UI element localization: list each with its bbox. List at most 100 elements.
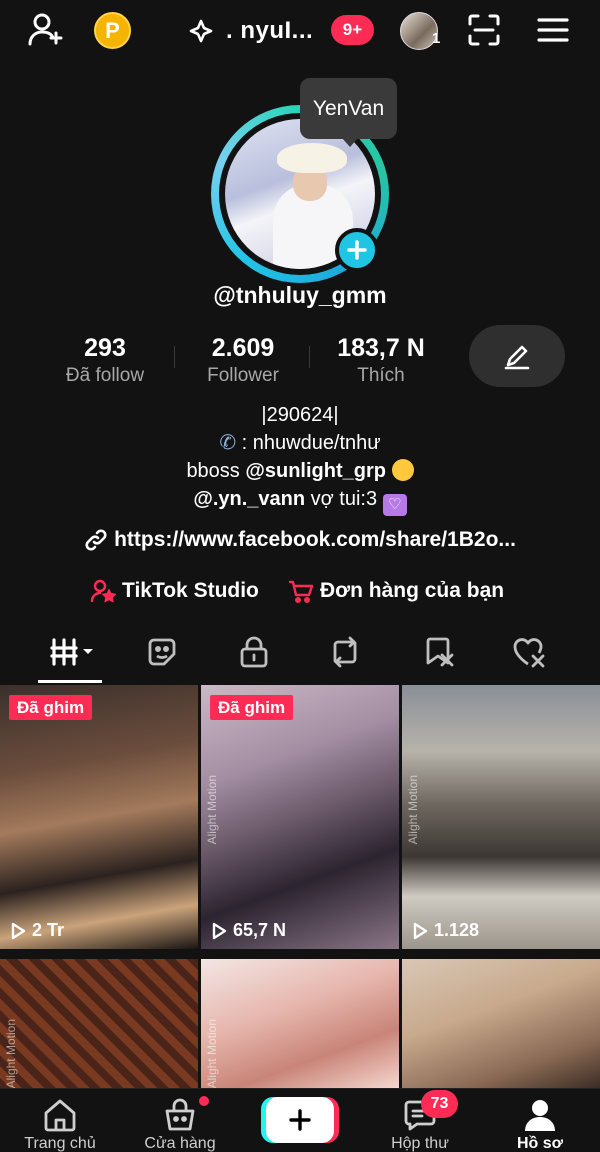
mention-link[interactable]: @.yn._vann — [193, 488, 305, 510]
view-count-text: 1.128 — [434, 920, 480, 940]
phone-icon: ✆ — [219, 432, 237, 454]
stat-label: Follower — [207, 365, 279, 386]
sticker-icon — [148, 638, 176, 666]
repost-icon — [333, 636, 357, 668]
pinned-badge: Đã ghim — [210, 695, 294, 720]
profile-link[interactable]: https://www.facebook.com/share/1B2o... — [0, 528, 600, 552]
sparkle-icon — [189, 19, 213, 43]
nav-label: Cửa hàng — [144, 1135, 216, 1152]
top-bar: P . nyuI... 9+ 1 — [0, 0, 600, 62]
bio-line: |290624| — [261, 404, 339, 426]
nav-shop[interactable]: Cửa hàng — [120, 1089, 240, 1152]
video-thumbnail[interactable]: Đã ghim Alight Motion 65,7 N — [201, 685, 399, 949]
nav-label: Trang chủ — [24, 1135, 96, 1152]
account-switcher[interactable]: . nyuI... — [188, 14, 313, 48]
bio-line: bboss @sunlight_grp — [0, 457, 600, 485]
link-text: https://www.facebook.com/share/1B2o... — [114, 528, 516, 551]
tab-reposts[interactable] — [315, 622, 375, 682]
add-friend-icon[interactable] — [26, 10, 66, 50]
account-name: . nyuI... — [226, 17, 314, 44]
tiktok-studio-button[interactable]: TikTok Studio — [90, 576, 259, 606]
view-count: 1.128 — [412, 920, 479, 941]
lock-icon — [240, 636, 268, 668]
create-button[interactable] — [266, 1097, 334, 1143]
pinned-badge: Đã ghim — [9, 695, 93, 720]
username: @tnhuluy_gmm — [213, 282, 387, 308]
content-tabs — [0, 622, 600, 684]
inbox-badge: 73 — [421, 1090, 458, 1118]
orders-button[interactable]: Đơn hàng của bạn — [288, 576, 504, 606]
orders-label: Đơn hàng của bạn — [320, 579, 505, 602]
stat-value: 183,7 N — [337, 334, 425, 362]
nav-home[interactable]: Trang chủ — [0, 1089, 120, 1152]
bookmark-hidden-icon — [426, 637, 454, 667]
bottom-nav: Trang chủ Cửa hàng Hộp thư Hồ sơ — [0, 1088, 600, 1152]
bio-text: vợ tui:3 — [305, 488, 378, 510]
notification-badge[interactable]: 9+ — [331, 15, 374, 45]
stat-value: 2.609 — [211, 334, 275, 362]
bio-text: : nhuwdue/tnhư — [241, 432, 381, 454]
view-count-text: 2 Tr — [32, 920, 65, 940]
view-count-text: 65,7 N — [233, 920, 287, 940]
divider — [174, 346, 175, 368]
video-thumbnail[interactable]: Đã ghim 2 Tr — [0, 685, 198, 949]
stat-value: 293 — [84, 334, 126, 362]
scan-icon[interactable] — [464, 10, 504, 50]
watermark: Alight Motion — [4, 1019, 18, 1089]
pencil-icon — [504, 345, 530, 370]
play-icon — [11, 922, 26, 939]
nav-label: Hồ sơ — [516, 1135, 564, 1152]
grid-icon — [50, 638, 93, 666]
stat-followers[interactable]: 2.609 Follower — [183, 334, 303, 387]
stat-label: Đã follow — [65, 365, 145, 386]
tab-stickers[interactable] — [132, 622, 192, 682]
add-story-button[interactable] — [335, 228, 379, 272]
nav-inbox[interactable]: Hộp thư — [360, 1089, 480, 1152]
watermark: Alight Motion — [205, 1019, 219, 1089]
tab-favorites[interactable] — [410, 622, 470, 682]
view-count: 65,7 N — [211, 920, 286, 941]
profile-icon — [525, 1100, 555, 1131]
video-thumbnail[interactable]: Alight Motion — [0, 959, 198, 1089]
active-tab-indicator — [38, 680, 102, 683]
divider — [309, 346, 310, 368]
cart-icon — [288, 580, 314, 604]
shop-notification-dot — [199, 1096, 209, 1106]
nav-profile[interactable]: Hồ sơ — [480, 1089, 600, 1152]
plus-icon — [347, 240, 367, 260]
view-count: 2 Tr — [10, 920, 64, 941]
video-thumbnail[interactable]: Alight Motion — [201, 959, 399, 1089]
tab-videos[interactable] — [44, 622, 104, 682]
studio-icon — [90, 579, 116, 603]
account-count: 1 — [432, 30, 441, 47]
bio-text: bboss — [186, 460, 246, 482]
video-thumbnail[interactable]: Alight Motion 1.128 — [402, 685, 600, 949]
bio: |290624| ✆ : nhuwdue/tnhư bboss @sunligh… — [0, 401, 600, 516]
video-thumbnail[interactable] — [402, 959, 600, 1089]
stat-label: Thích — [357, 365, 405, 386]
edit-profile-button[interactable] — [469, 325, 565, 387]
name-tooltip: YenVan — [300, 78, 397, 147]
coin-icon[interactable]: P — [94, 12, 131, 49]
tab-liked[interactable] — [500, 622, 560, 682]
bio-line: @.yn._vann vợ tui:3 ♡ — [0, 485, 600, 516]
bio-line: ✆ : nhuwdue/tnhư — [0, 429, 600, 457]
shop-bag-icon — [165, 1098, 195, 1131]
yawn-emoji-icon — [391, 459, 414, 481]
stat-likes[interactable]: 183,7 N Thích — [316, 334, 446, 387]
heart-emoji-icon: ♡ — [382, 494, 407, 516]
play-icon — [212, 922, 227, 939]
play-icon — [413, 922, 428, 939]
stat-following[interactable]: 293 Đã follow — [45, 334, 165, 387]
plus-icon — [289, 1109, 311, 1131]
heart-hidden-icon — [513, 638, 545, 668]
tab-private[interactable] — [224, 622, 284, 682]
watermark: Alight Motion — [205, 775, 219, 845]
menu-icon[interactable] — [533, 10, 573, 50]
nav-label: Hộp thư — [391, 1135, 449, 1152]
link-icon — [85, 529, 107, 551]
mention-link[interactable]: @sunlight_grp — [245, 460, 386, 482]
studio-label: TikTok Studio — [122, 579, 259, 602]
watermark: Alight Motion — [406, 775, 420, 845]
home-icon — [44, 1099, 76, 1132]
